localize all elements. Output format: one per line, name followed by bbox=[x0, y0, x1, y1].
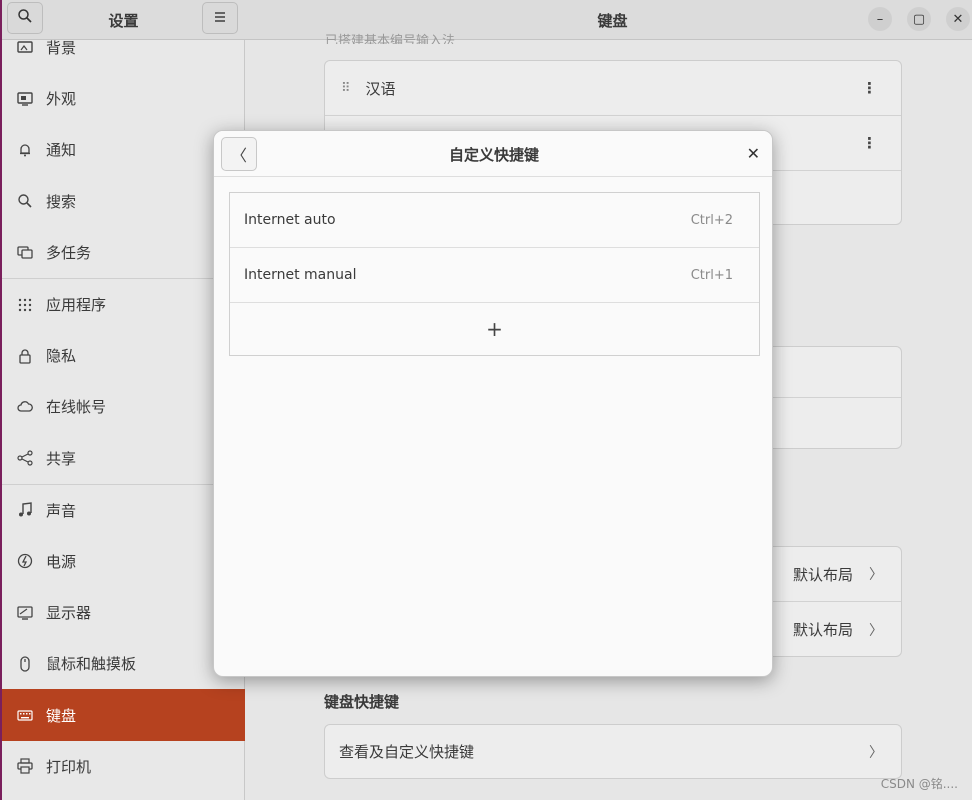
close-icon: ✕ bbox=[746, 144, 760, 163]
view-shortcuts-label: 查看及自定义快捷键 bbox=[339, 743, 475, 761]
sidebar-list: 背景 外观 通知 搜索 多任务 应用程序 隐私 在线帐号 共享 声音 电源 显示… bbox=[2, 22, 245, 792]
printer-icon bbox=[16, 757, 34, 775]
dialog-header: 〈 自定义快捷键 ✕ bbox=[214, 131, 772, 177]
dialog-title: 自定义快捷键 bbox=[448, 146, 539, 164]
apps-grid-icon bbox=[16, 296, 34, 314]
display-icon bbox=[16, 604, 34, 622]
page-title: 键盘 bbox=[597, 12, 628, 30]
sidebar-item-keyboard[interactable]: 键盘 bbox=[2, 689, 245, 741]
power-icon bbox=[16, 552, 34, 570]
sidebar-item-label: 声音 bbox=[46, 501, 77, 520]
input-sources-hint: 已搭建基本编号输入法 bbox=[325, 34, 456, 44]
dialog-close-button[interactable]: ✕ bbox=[747, 144, 760, 163]
sidebar-item-search[interactable]: 搜索 bbox=[2, 176, 245, 227]
lock-icon bbox=[16, 347, 34, 365]
sidebar-item-label: 电源 bbox=[46, 552, 77, 571]
sidebar-item-mouse-touchpad[interactable]: 鼠标和触摸板 bbox=[2, 638, 245, 689]
shortcut-name: Internet manual bbox=[244, 267, 357, 283]
menu-button[interactable] bbox=[202, 2, 238, 34]
chevron-right-icon: 〉 bbox=[869, 622, 883, 639]
minimize-icon: – bbox=[876, 11, 884, 27]
sidebar-item-sound[interactable]: 声音 bbox=[2, 485, 245, 536]
sidebar-item-label: 多任务 bbox=[46, 243, 92, 262]
sidebar-item-label: 隐私 bbox=[46, 347, 77, 366]
sidebar-item-sharing[interactable]: 共享 bbox=[2, 433, 245, 484]
sidebar: 背景 外观 通知 搜索 多任务 应用程序 隐私 在线帐号 共享 声音 电源 显示… bbox=[2, 0, 245, 800]
sidebar-item-label: 鼠标和触摸板 bbox=[46, 655, 137, 674]
sidebar-item-label: 外观 bbox=[46, 90, 77, 109]
maximize-icon: ▢ bbox=[912, 11, 926, 27]
sidebar-item-label: 键盘 bbox=[46, 706, 77, 725]
share-icon bbox=[16, 449, 34, 467]
search-icon bbox=[16, 192, 34, 210]
kebab-menu-icon[interactable]: ⋮ bbox=[862, 134, 877, 152]
shortcuts-card: 查看及自定义快捷键 〉 bbox=[324, 724, 902, 779]
keyboard-icon bbox=[16, 706, 34, 724]
bell-icon bbox=[16, 141, 34, 159]
close-icon: ✕ bbox=[952, 11, 964, 27]
sidebar-item-apps[interactable]: 应用程序 bbox=[2, 279, 245, 330]
sidebar-item-power[interactable]: 电源 bbox=[2, 536, 245, 587]
sidebar-item-label: 背景 bbox=[46, 39, 77, 58]
input-source-label: 汉语 bbox=[365, 79, 396, 98]
sidebar-item-appearance[interactable]: 外观 bbox=[2, 73, 245, 124]
shortcut-keys: Ctrl+2 bbox=[690, 212, 733, 228]
chevron-right-icon: 〉 bbox=[869, 744, 883, 761]
add-shortcut-button[interactable]: + bbox=[230, 303, 759, 355]
shortcut-keys: Ctrl+1 bbox=[690, 267, 733, 283]
layout-value: 默认布局 bbox=[792, 565, 853, 584]
sidebar-header: 设置 bbox=[2, 0, 245, 40]
sidebar-item-label: 应用程序 bbox=[46, 296, 107, 315]
drag-handle-icon[interactable]: ⠿ bbox=[341, 81, 352, 96]
multitasking-icon bbox=[16, 243, 34, 261]
shortcut-row[interactable]: Internet manual Ctrl+1 bbox=[230, 248, 759, 303]
shortcut-name: Internet auto bbox=[244, 212, 336, 228]
cloud-icon bbox=[16, 398, 34, 416]
kebab-menu-icon[interactable]: ⋮ bbox=[862, 79, 877, 97]
shortcut-row[interactable]: Internet auto Ctrl+2 bbox=[230, 193, 759, 248]
layout-value: 默认布局 bbox=[792, 621, 853, 639]
sidebar-item-label: 打印机 bbox=[46, 757, 92, 776]
chevron-right-icon: 〉 bbox=[869, 567, 883, 583]
sidebar-item-privacy[interactable]: 隐私 bbox=[2, 330, 245, 381]
hamburger-menu-icon bbox=[213, 9, 227, 27]
view-shortcuts-row[interactable]: 查看及自定义快捷键 〉 bbox=[325, 725, 901, 778]
plus-icon: + bbox=[486, 317, 503, 341]
sidebar-item-displays[interactable]: 显示器 bbox=[2, 587, 245, 638]
sidebar-item-label: 搜索 bbox=[46, 192, 77, 211]
sidebar-item-notifications[interactable]: 通知 bbox=[2, 124, 245, 175]
background-icon bbox=[16, 39, 34, 57]
settings-window: 背景 外观 通知 搜索 多任务 应用程序 隐私 在线帐号 共享 声音 电源 显示… bbox=[2, 0, 972, 800]
sidebar-item-multitasking[interactable]: 多任务 bbox=[2, 227, 245, 278]
close-window-button[interactable]: ✕ bbox=[946, 7, 970, 31]
sidebar-item-label: 共享 bbox=[46, 449, 77, 468]
watermark: CSDN @铭.... bbox=[880, 777, 958, 791]
music-note-icon bbox=[16, 501, 34, 519]
shortcut-list: Internet auto Ctrl+2 Internet manual Ctr… bbox=[229, 192, 760, 356]
sidebar-item-printers[interactable]: 打印机 bbox=[2, 741, 245, 792]
input-source-row[interactable]: ⠿ 汉语 ⋮ bbox=[325, 61, 901, 116]
appearance-icon bbox=[16, 90, 34, 108]
maximize-button[interactable]: ▢ bbox=[907, 7, 931, 31]
sidebar-item-label: 通知 bbox=[46, 141, 77, 160]
sidebar-item-online-accounts[interactable]: 在线帐号 bbox=[2, 381, 245, 432]
mouse-icon bbox=[16, 655, 34, 673]
custom-shortcuts-dialog: 〈 自定义快捷键 ✕ Internet auto Ctrl+2 Internet… bbox=[213, 130, 773, 677]
shortcuts-section-title: 键盘快捷键 bbox=[324, 693, 400, 711]
sidebar-item-label: 在线帐号 bbox=[46, 398, 107, 417]
minimize-button[interactable]: – bbox=[868, 7, 892, 31]
sidebar-item-label: 显示器 bbox=[46, 604, 92, 623]
